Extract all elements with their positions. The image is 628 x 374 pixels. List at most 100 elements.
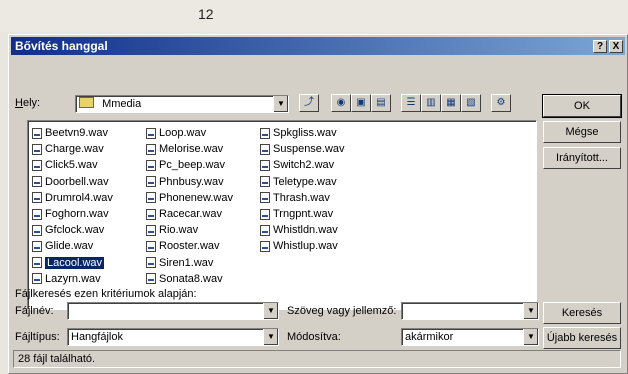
page-number: 12 <box>198 6 214 22</box>
commands-settings-icon[interactable]: ⚙ <box>491 94 511 112</box>
file-name: Glide.wav <box>45 240 94 253</box>
file-item[interactable]: Doorbell.wav <box>32 174 113 190</box>
file-name: Rooster.wav <box>159 240 220 253</box>
location-label: Hely: <box>15 97 41 109</box>
file-name: Suspense.wav <box>273 143 345 156</box>
details-view-icon[interactable]: ▥ <box>421 94 441 112</box>
file-list[interactable]: Beetvn9.wav Charge.wav Click5.wav Doorbell.… <box>27 120 537 310</box>
ok-button[interactable]: OK <box>542 94 622 118</box>
file-name: Thrash.wav <box>273 191 330 204</box>
filename-field[interactable]: ▼ <box>67 302 279 320</box>
file-item[interactable]: Racecar.wav <box>146 206 233 222</box>
location-value: Mmedia <box>102 98 142 110</box>
file-item[interactable]: Gfclock.wav <box>32 222 113 238</box>
sound-file-icon <box>146 208 156 220</box>
file-name: Switch2.wav <box>273 159 335 172</box>
modified-dropdown[interactable]: akármikor ▼ <box>401 328 539 346</box>
file-item[interactable]: Switch2.wav <box>260 157 345 173</box>
cancel-button[interactable]: Mégse <box>543 121 621 143</box>
file-item[interactable]: Whistlup.wav <box>260 238 345 254</box>
file-item[interactable]: Suspense.wav <box>260 141 345 157</box>
modified-value: akármikor <box>405 331 454 343</box>
file-item[interactable]: Click5.wav <box>32 157 113 173</box>
file-item[interactable]: Charge.wav <box>32 141 113 157</box>
dialog-window: Bővítés hanggal ? X Hely: Mmedia ▼ ⤴ ◉ ▣… <box>8 34 628 374</box>
dialog-titlebar: Bővítés hanggal ? X <box>11 37 625 55</box>
filetype-dropdown[interactable]: Hangfájlok ▼ <box>67 328 279 346</box>
search-web-icon[interactable]: ◉ <box>331 94 351 112</box>
file-name: Loop.wav <box>159 127 207 140</box>
file-name: Spkgliss.wav <box>273 127 337 140</box>
file-name: Beetvn9.wav <box>45 127 108 140</box>
add-to-favorites-icon[interactable]: ▤ <box>371 94 391 112</box>
file-item[interactable]: Loop.wav <box>146 125 233 141</box>
sound-file-icon <box>146 273 156 285</box>
status-text: 28 fájl található. <box>18 353 96 365</box>
file-item[interactable]: Trngpnt.wav <box>260 206 345 222</box>
file-item[interactable]: Rooster.wav <box>146 238 233 254</box>
sound-file-icon <box>260 143 270 155</box>
file-name: Foghorn.wav <box>45 208 109 221</box>
text-property-field[interactable]: ▼ <box>401 302 539 320</box>
help-button[interactable]: ? <box>593 40 607 53</box>
sound-file-icon <box>32 176 42 188</box>
file-item[interactable]: Rio.wav <box>146 222 233 238</box>
file-list-column-3: Spkgliss.wav Suspense.wav Switch2.wav Telet… <box>260 125 345 255</box>
file-name: Teletype.wav <box>273 175 337 188</box>
file-item[interactable]: Lacool.wav <box>32 255 113 271</box>
file-name: Click5.wav <box>45 159 98 172</box>
favorites-icon[interactable]: ▣ <box>351 94 371 112</box>
search-button[interactable]: Keresés <box>543 302 621 324</box>
file-item[interactable]: Spkgliss.wav <box>260 125 345 141</box>
sound-file-icon <box>260 208 270 220</box>
sound-file-icon <box>260 159 270 171</box>
file-item[interactable]: Glide.wav <box>32 238 113 254</box>
file-item[interactable]: Foghorn.wav <box>32 206 113 222</box>
sound-file-icon <box>146 127 156 139</box>
file-item[interactable]: Drumrol4.wav <box>32 190 113 206</box>
filename-label: Fájlnév: <box>15 305 54 317</box>
sound-file-icon <box>32 240 42 252</box>
criteria-heading: Fájlkeresés ezen kritériumok alapján: <box>15 288 197 300</box>
file-item[interactable]: Beetvn9.wav <box>32 125 113 141</box>
sound-file-icon <box>32 192 42 204</box>
sound-file-icon <box>146 224 156 236</box>
file-name: Sonata8.wav <box>159 272 223 285</box>
new-search-button[interactable]: Újabb keresés <box>543 327 621 349</box>
close-button[interactable]: X <box>609 40 623 53</box>
file-item[interactable]: Melorise.wav <box>146 141 233 157</box>
location-dropdown[interactable]: Mmedia ▼ <box>75 95 289 113</box>
file-item[interactable]: Pc_beep.wav <box>146 157 233 173</box>
file-name: Melorise.wav <box>159 143 224 156</box>
file-name: Doorbell.wav <box>45 175 109 188</box>
chevron-down-icon: ▼ <box>263 303 278 319</box>
file-item[interactable]: Teletype.wav <box>260 174 345 190</box>
file-item[interactable]: Phnbusy.wav <box>146 174 233 190</box>
file-item[interactable]: Sonata8.wav <box>146 271 233 287</box>
file-list-column-1: Beetvn9.wav Charge.wav Click5.wav Doorbell.… <box>32 125 113 287</box>
page-header-strip: 12 <box>0 0 628 32</box>
filetype-label: Fájltípus: <box>15 331 60 343</box>
file-name: Pc_beep.wav <box>159 159 226 172</box>
sound-file-icon <box>260 176 270 188</box>
sound-file-icon <box>32 257 42 269</box>
file-name: Charge.wav <box>45 143 104 156</box>
up-one-level-icon[interactable]: ⤴ <box>299 94 319 112</box>
file-item[interactable]: Phonenew.wav <box>146 190 233 206</box>
preview-view-icon[interactable]: ▧ <box>461 94 481 112</box>
file-item[interactable]: Siren1.wav <box>146 255 233 271</box>
sound-file-icon <box>146 159 156 171</box>
chevron-down-icon: ▼ <box>523 329 538 345</box>
file-name: Whistldn.wav <box>273 224 338 237</box>
properties-view-icon[interactable]: ▦ <box>441 94 461 112</box>
file-list-column-2: Loop.wav Melorise.wav Pc_beep.wav Phnbusy.w… <box>146 125 233 287</box>
list-view-icon[interactable]: ☰ <box>401 94 421 112</box>
sound-file-icon <box>32 224 42 236</box>
file-item[interactable]: Thrash.wav <box>260 190 345 206</box>
file-item[interactable]: Lazyrn.wav <box>32 271 113 287</box>
file-item[interactable]: Whistldn.wav <box>260 222 345 238</box>
sound-file-icon <box>32 127 42 139</box>
advanced-button[interactable]: Irányított... <box>543 147 621 169</box>
sound-file-icon <box>146 143 156 155</box>
chevron-down-icon: ▼ <box>523 303 538 319</box>
